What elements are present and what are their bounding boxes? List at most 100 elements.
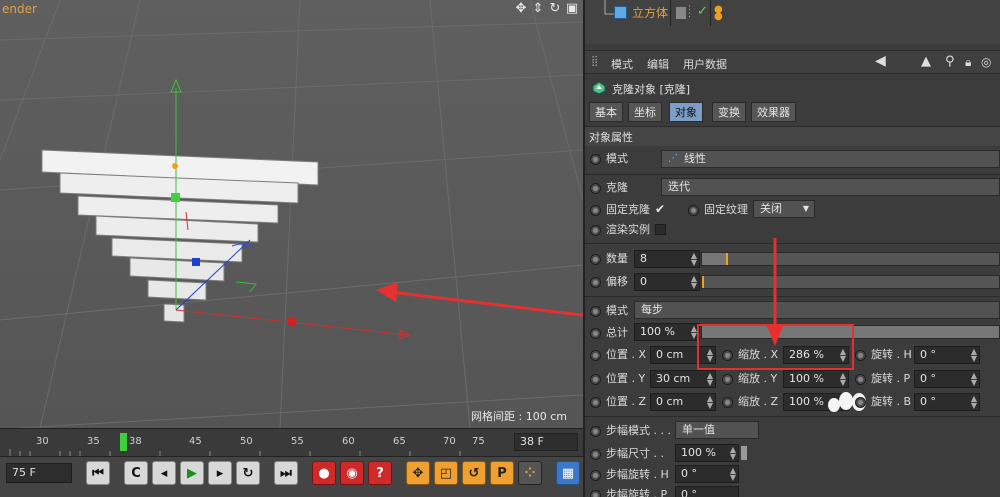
spinner-icon[interactable]: ▲▼ (730, 467, 736, 482)
step-back-button[interactable]: ◂ (152, 461, 176, 485)
menu-userdata[interactable]: 用户数据 (683, 56, 727, 72)
position-key-button[interactable]: ✥ (406, 461, 430, 485)
maximize-view-icon[interactable]: ▣ (565, 2, 579, 16)
offset-slider[interactable] (701, 275, 1000, 289)
step-mode-dropdown[interactable]: 单一值 (675, 421, 759, 439)
step-size-radio[interactable] (590, 449, 601, 460)
fixed-clone-checkbox[interactable]: ✔ (655, 203, 666, 215)
visibility-dots-icon[interactable]: :: (688, 4, 691, 20)
timeline-window-button[interactable]: ▦ (556, 461, 580, 485)
mode-radio[interactable] (590, 154, 601, 165)
mode2-dropdown[interactable]: 每步 (634, 301, 1000, 319)
scale-y-radio[interactable] (722, 374, 733, 385)
lock-icon[interactable]: 🔒︎ (965, 55, 971, 70)
count-field[interactable]: 8 ▲ ▼ (634, 250, 700, 268)
keyframe-selection-button[interactable]: ? (368, 461, 392, 485)
tag-icon[interactable]: ● ● (714, 5, 723, 22)
render-instances-checkbox[interactable] (655, 224, 666, 235)
clone-radio[interactable] (590, 183, 601, 194)
current-frame-field[interactable]: 38 F (514, 433, 578, 451)
rot-b-field[interactable]: 0 ° ▲ ▼ (914, 393, 980, 411)
mode2-radio[interactable] (590, 306, 601, 317)
cursor-icon[interactable]: ▲ (921, 54, 931, 69)
spinner-icon[interactable]: ▲▼ (971, 372, 977, 387)
tab-effectors[interactable]: 效果器 (751, 102, 796, 122)
timeline-ruler[interactable]: 30 35 38 45 50 55 60 65 70 75 (0, 428, 583, 457)
menu-mode[interactable]: 模式 (611, 56, 633, 72)
back-arrow-icon[interactable]: ◀ (875, 53, 886, 69)
pos-z-field[interactable]: 0 cm ▲ ▼ (650, 393, 716, 411)
tab-object[interactable]: 对象 (669, 102, 703, 122)
mode-dropdown[interactable]: ⋰ 线性 (661, 150, 1000, 168)
spinner-icon[interactable]: ▲▼ (707, 372, 713, 387)
tab-transform[interactable]: 变换 (712, 102, 746, 122)
offset-field[interactable]: 0 ▲ ▼ (634, 273, 700, 291)
enabled-check-icon[interactable]: ✓ (697, 4, 708, 19)
autokey-button[interactable]: ◉ (340, 461, 364, 485)
scale-y-field[interactable]: 100 % ▲ ▼ (783, 370, 849, 388)
tab-coord[interactable]: 坐标 (628, 102, 662, 122)
fixed-texture-dropdown[interactable]: 关闭 ▼ (753, 200, 815, 218)
goto-start-button[interactable]: ⏮ (86, 461, 110, 485)
record-button[interactable]: ● (312, 461, 336, 485)
spinner-icon[interactable]: ▲▼ (707, 395, 713, 410)
pos-x-radio[interactable] (590, 350, 601, 361)
step-rot-h-radio[interactable] (590, 470, 601, 481)
rotate-view-icon[interactable]: ↻ (548, 2, 562, 16)
pos-z-radio[interactable] (590, 397, 601, 408)
step-forward-button[interactable]: ▸ (208, 461, 232, 485)
step-rot-h-field[interactable]: 0 ° ▲ ▼ (675, 465, 739, 483)
rot-p-radio[interactable] (855, 374, 866, 385)
spinner-icon[interactable]: ▲▼ (840, 372, 846, 387)
total-field[interactable]: 100 % ▲ ▼ (634, 323, 700, 341)
end-frame-field[interactable]: 75 F (6, 463, 72, 483)
spinner-icon[interactable]: ▲▼ (691, 275, 697, 290)
prev-key-button[interactable]: C (124, 461, 148, 485)
playhead-marker[interactable] (120, 433, 127, 451)
spinner-icon[interactable]: ▲▼ (730, 446, 736, 461)
spinner-icon[interactable]: ▲▼ (971, 348, 977, 363)
count-radio[interactable] (590, 254, 601, 265)
count-label: 数量 (606, 252, 628, 265)
rot-h-radio[interactable] (855, 350, 866, 361)
move-view-icon[interactable]: ✥ (514, 2, 528, 16)
object-name[interactable]: 立方体 (632, 4, 668, 22)
rot-h-field[interactable]: 0 ° ▲ ▼ (914, 346, 980, 364)
3d-viewport[interactable]: ender ✥ ⇕ ↻ ▣ 网格间距 : 100 cm (0, 0, 583, 428)
search-icon[interactable]: ⚲ (945, 54, 955, 69)
total-radio[interactable] (590, 328, 601, 339)
offset-radio[interactable] (590, 277, 601, 288)
pos-y-radio[interactable] (590, 374, 601, 385)
step-mode-radio[interactable] (590, 426, 601, 437)
count-slider-fill (702, 253, 726, 265)
pos-x-label: 位置 . X (606, 348, 647, 361)
dolly-view-icon[interactable]: ⇕ (531, 2, 545, 16)
menu-edit[interactable]: 编辑 (647, 56, 669, 72)
spinner-icon[interactable]: ▲▼ (971, 395, 977, 410)
scale-key-button[interactable]: ◰ (434, 461, 458, 485)
layer-icon[interactable] (676, 7, 686, 19)
render-instances-radio[interactable] (590, 225, 601, 236)
step-size-slider[interactable] (741, 446, 747, 460)
step-rot-p-radio[interactable] (590, 490, 601, 497)
step-rot-p-field[interactable]: 0 ° (675, 486, 739, 497)
fixed-clone-radio[interactable] (590, 205, 601, 216)
spinner-icon[interactable]: ▲▼ (691, 252, 697, 267)
parameter-key-button[interactable]: P (490, 461, 514, 485)
point-level-button[interactable]: ⁘ (518, 461, 542, 485)
next-key-button[interactable]: ↻ (236, 461, 260, 485)
play-button[interactable]: ▶ (180, 461, 204, 485)
clone-dropdown[interactable]: 迭代 (661, 178, 1000, 196)
rot-p-field[interactable]: 0 ° ▲ ▼ (914, 370, 980, 388)
target-icon[interactable]: ◎ (981, 55, 991, 69)
pos-y-field[interactable]: 30 cm ▲ ▼ (650, 370, 716, 388)
fixed-texture-radio[interactable] (688, 205, 699, 216)
count-slider[interactable] (701, 252, 1000, 266)
clone-label: 克隆 (606, 181, 628, 194)
goto-end-button[interactable]: ⏭ (274, 461, 298, 485)
tab-basic[interactable]: 基本 (589, 102, 623, 122)
step-size-field[interactable]: 100 % ▲ ▼ (675, 444, 739, 462)
scale-z-radio[interactable] (722, 397, 733, 408)
rotation-key-button[interactable]: ↺ (462, 461, 486, 485)
rot-b-radio[interactable] (855, 397, 866, 408)
